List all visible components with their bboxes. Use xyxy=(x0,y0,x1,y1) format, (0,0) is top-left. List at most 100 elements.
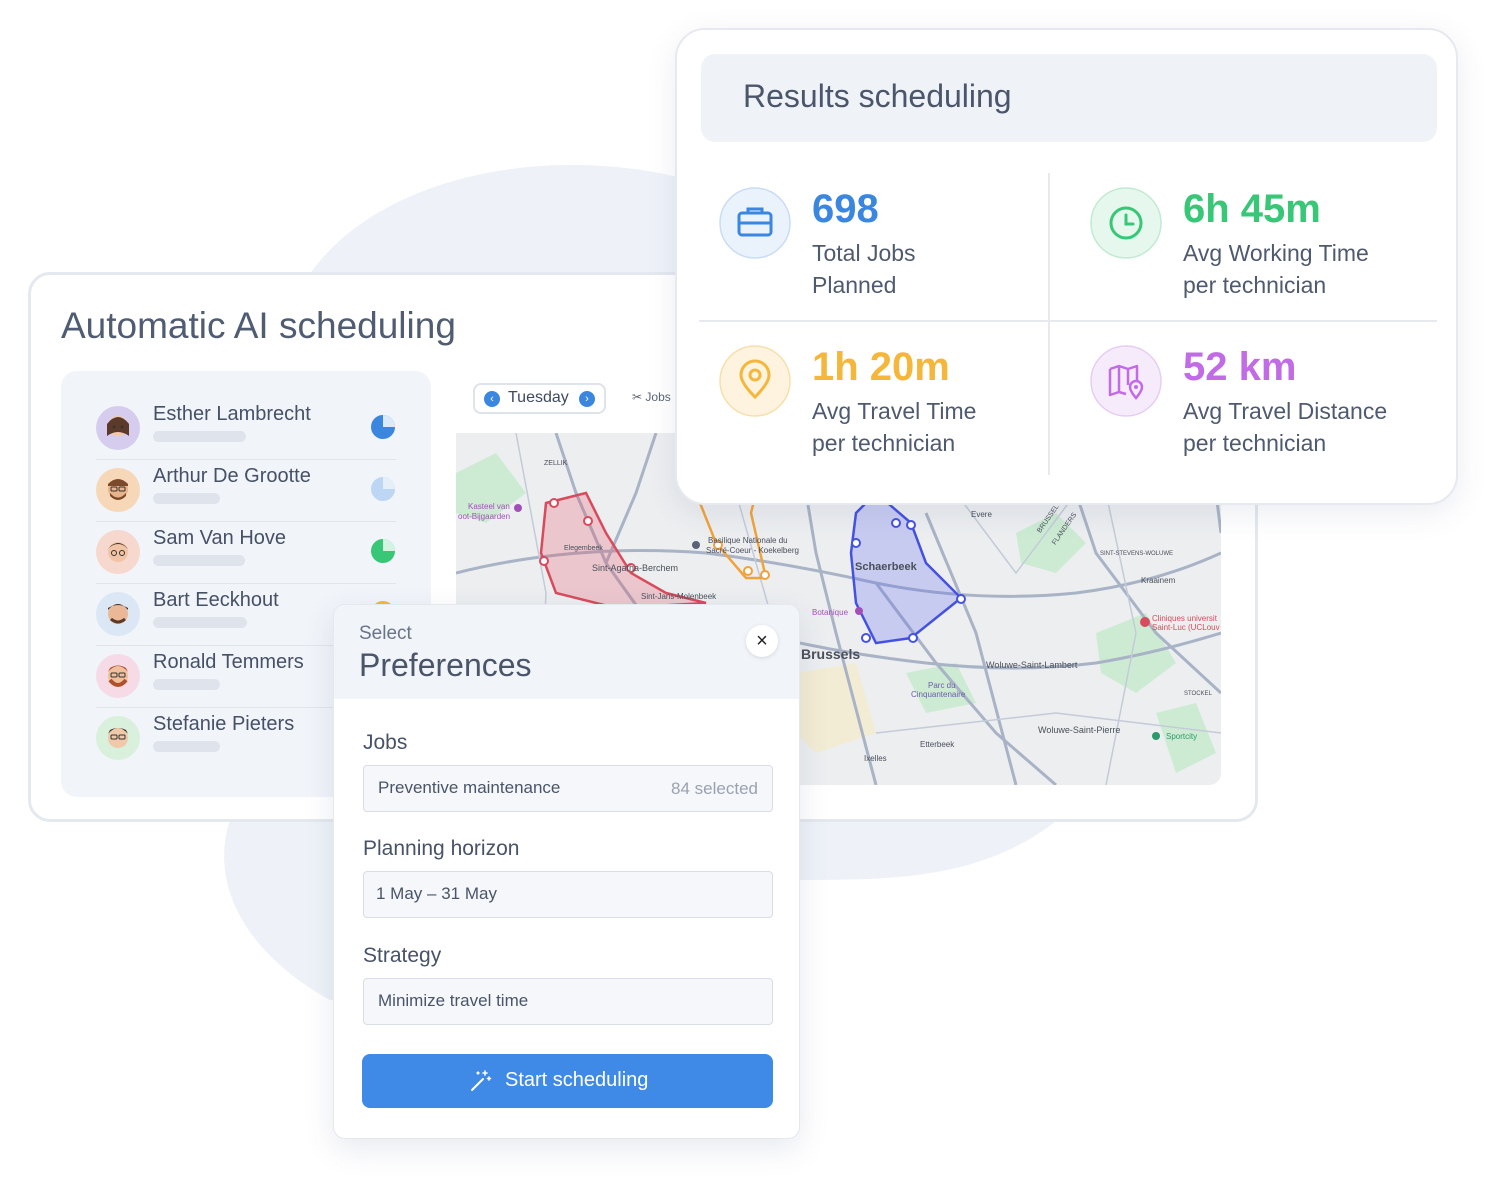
stat-avg-working-time: 6h 45m Avg Working Time per technician xyxy=(1090,187,1430,327)
preferences-modal: Select Preferences × Jobs Preventive mai… xyxy=(333,604,800,1139)
botanique-icon xyxy=(855,607,863,615)
map-label: Brussels xyxy=(801,646,860,662)
tab-jobs-label: Jobs xyxy=(645,390,671,404)
map-label: Saint-Luc (UCLouv xyxy=(1152,623,1220,632)
technician-row[interactable]: Sam Van Hove xyxy=(96,522,396,584)
planning-horizon-label: Planning horizon xyxy=(363,837,520,860)
map-label: STOCKEL xyxy=(1184,691,1213,697)
castle-icon xyxy=(514,504,522,512)
map-label: Woluwe-Saint-Pierre xyxy=(1038,725,1120,735)
magic-wand-icon xyxy=(471,1070,492,1091)
stat-label-line: per technician xyxy=(1183,430,1327,456)
stat-label: Avg Travel Time per technician xyxy=(812,395,976,459)
avatar xyxy=(96,468,140,512)
technician-name: Ronald Temmers xyxy=(153,651,304,673)
divider xyxy=(1048,173,1050,475)
page-title: Automatic AI scheduling xyxy=(61,305,456,346)
technician-name: Bart Eeckhout xyxy=(153,589,279,611)
day-picker[interactable]: ‹ Tuesday › xyxy=(473,383,606,414)
technician-name: Arthur De Grootte xyxy=(153,465,311,487)
sport-icon xyxy=(1152,732,1160,740)
church-icon xyxy=(692,541,700,549)
stat-value: 6h 45m xyxy=(1183,187,1321,231)
placeholder-bar xyxy=(153,431,246,442)
stat-value: 698 xyxy=(812,187,879,231)
map-label: Evere xyxy=(971,510,992,519)
preferences-header: Select Preferences × xyxy=(334,605,799,699)
stat-total-jobs: 698 Total Jobs Planned xyxy=(719,187,1059,327)
map-label: Sint-Jans-Molenbeek xyxy=(641,592,717,601)
map-label: Schaerbeek xyxy=(855,561,918,573)
stat-label-line: Total Jobs xyxy=(812,240,916,266)
map-label: Cinquantenaire xyxy=(911,690,966,699)
tools-icon: ✂ xyxy=(632,390,643,404)
placeholder-bar xyxy=(153,555,245,566)
placeholder-bar xyxy=(153,493,220,504)
stat-label-line: Avg Travel Time xyxy=(812,398,977,424)
technician-name: Sam Van Hove xyxy=(153,527,287,549)
map-label: Parc du xyxy=(928,681,956,690)
stat-label-line: Avg Working Time xyxy=(1183,240,1369,266)
stat-label-line: Planned xyxy=(812,272,897,298)
placeholder-bar xyxy=(153,617,247,628)
avatar xyxy=(96,654,140,698)
results-title: Results scheduling xyxy=(743,78,1012,114)
chevron-left-icon[interactable]: ‹ xyxy=(484,391,500,407)
stat-label: Total Jobs Planned xyxy=(812,237,916,301)
jobs-value: Preventive maintenance xyxy=(378,778,561,797)
results-header: Results scheduling xyxy=(701,54,1437,142)
strategy-value: Minimize travel time xyxy=(378,991,529,1010)
clock-icon xyxy=(1090,187,1162,259)
map-label: Cliniques universit xyxy=(1152,614,1218,623)
stat-label-line: Avg Travel Distance xyxy=(1183,398,1388,424)
close-icon[interactable]: × xyxy=(746,625,778,657)
workload-pie-icon xyxy=(371,477,395,501)
avatar xyxy=(96,592,140,636)
start-scheduling-button[interactable]: Start scheduling xyxy=(362,1054,773,1108)
map-label: Basilique Nationale du xyxy=(708,536,788,545)
hospital-icon xyxy=(1140,617,1150,627)
strategy-label: Strategy xyxy=(363,944,442,967)
workload-pie-icon xyxy=(371,415,395,439)
start-scheduling-label: Start scheduling xyxy=(505,1069,649,1091)
stat-label: Avg Working Time per technician xyxy=(1183,237,1369,301)
technician-name: Esther Lambrecht xyxy=(153,403,311,425)
map-label: Sportcity xyxy=(1166,732,1197,741)
divider xyxy=(699,320,1437,322)
tab-jobs[interactable]: ✂ Jobs xyxy=(632,390,671,404)
map-label: ZELLIK xyxy=(544,460,568,467)
stat-label-line: per technician xyxy=(1183,272,1327,298)
stat-value: 52 km xyxy=(1183,345,1297,389)
map-label: Ixelles xyxy=(864,754,887,763)
map-label: Woluwe-Saint-Lambert xyxy=(986,660,1078,670)
stat-label-line: per technician xyxy=(812,430,956,456)
placeholder-bar xyxy=(153,679,220,690)
map-label: Etterbeek xyxy=(920,740,955,749)
map-label: Sint-Agatha-Berchem xyxy=(592,563,678,573)
map-icon xyxy=(1090,345,1162,417)
technician-row[interactable]: Arthur De Grootte xyxy=(96,460,396,522)
results-card: Results scheduling 698 Total Jobs Planne… xyxy=(675,28,1458,505)
stat-avg-travel-distance: 52 km Avg Travel Distance per technician xyxy=(1090,345,1430,485)
avatar xyxy=(96,530,140,574)
strategy-select[interactable]: Minimize travel time xyxy=(363,978,773,1025)
placeholder-bar xyxy=(153,741,220,752)
preferences-title: Preferences xyxy=(359,647,532,683)
avatar xyxy=(96,406,140,450)
stat-avg-travel-time: 1h 20m Avg Travel Time per technician xyxy=(719,345,1059,485)
avatar xyxy=(96,716,140,760)
workload-pie-icon xyxy=(371,539,395,563)
jobs-count: 84 selected xyxy=(671,779,758,798)
map-label: Sacré-Coeur - Koekelberg xyxy=(706,546,799,555)
technician-row[interactable]: Esther Lambrecht xyxy=(96,398,396,460)
map-label: oot-Bijgaarden xyxy=(458,512,510,521)
jobs-label: Jobs xyxy=(363,731,408,754)
day-label: Tuesday xyxy=(508,389,569,406)
stat-value: 1h 20m xyxy=(812,345,950,389)
map-label: Botanique xyxy=(812,608,849,617)
planning-horizon-field[interactable]: 1 May – 31 May xyxy=(363,871,773,918)
stat-label: Avg Travel Distance per technician xyxy=(1183,395,1387,459)
chevron-right-icon[interactable]: › xyxy=(579,391,595,407)
planning-horizon-value: 1 May – 31 May xyxy=(376,884,497,903)
jobs-select[interactable]: Preventive maintenance 84 selected xyxy=(363,765,773,812)
